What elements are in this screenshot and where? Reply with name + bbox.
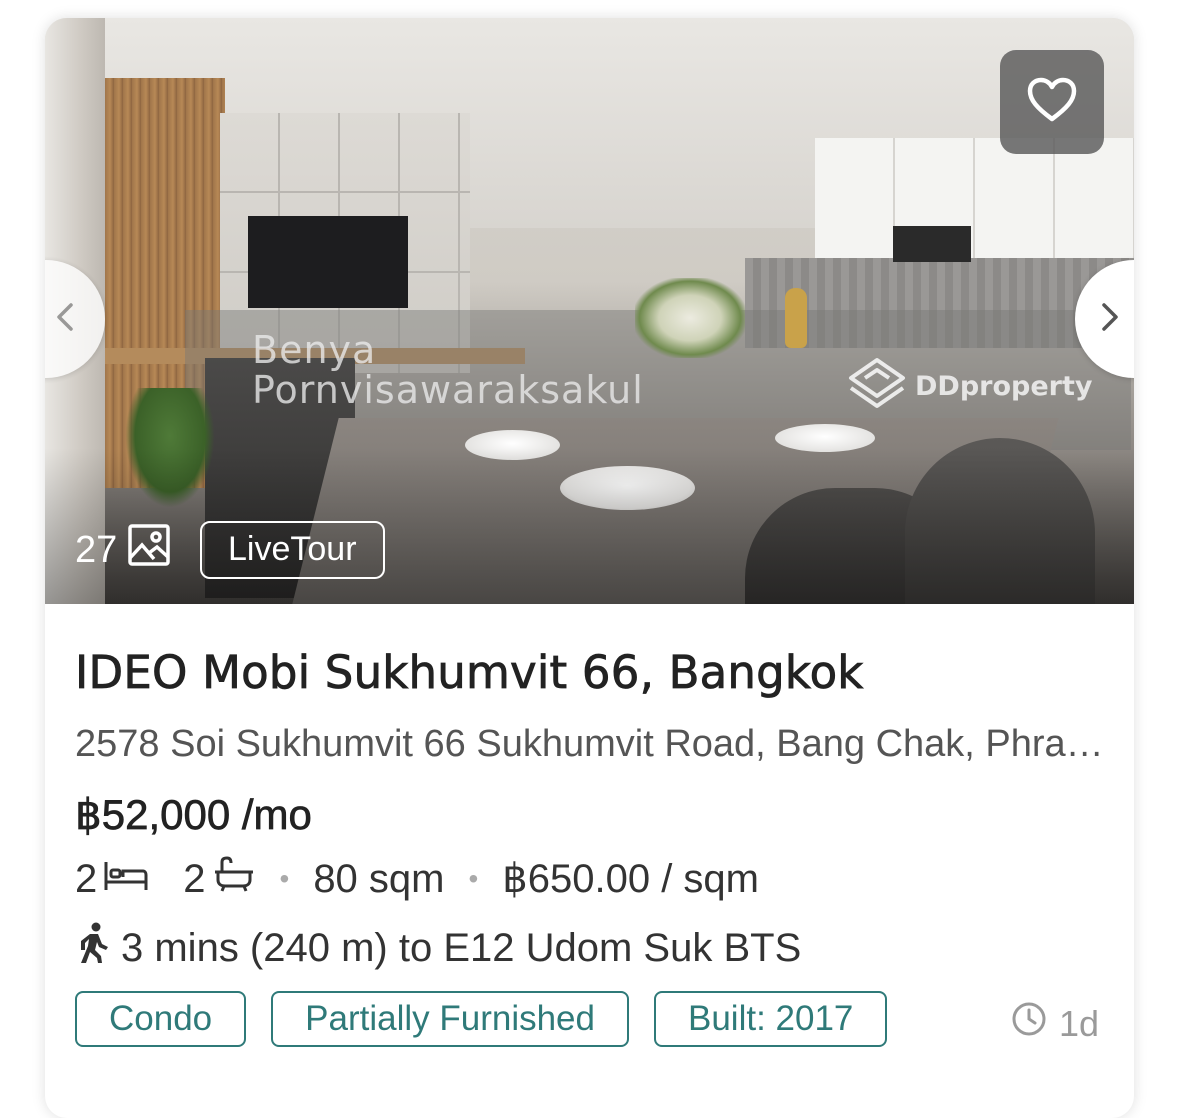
watermark-agent-line1: Benya xyxy=(252,328,377,372)
bathrooms-spec: 2 xyxy=(183,856,255,902)
transit-text: 3 mins (240 m) to E12 Udom Suk BTS xyxy=(121,925,802,970)
photo-microwave xyxy=(893,226,971,262)
photo-watermark-agent: Benya Pornvisawaraksakul xyxy=(252,330,644,410)
listing-tags: Condo Partially Furnished Built: 2017 xyxy=(75,991,888,1047)
posted-time-value: 1d xyxy=(1059,1002,1100,1044)
watermark-brand-text: DDproperty xyxy=(915,371,1093,402)
image-icon xyxy=(127,523,171,577)
photo-flowers xyxy=(635,278,745,358)
chevron-right-icon xyxy=(1100,301,1120,338)
separator-dot: • xyxy=(468,863,479,894)
listing-specs: 2 2 • 80 sqm • ฿650.00 / sqm xyxy=(75,856,759,902)
favorite-button[interactable] xyxy=(1000,50,1104,154)
photo-count: 27 xyxy=(75,523,171,577)
listing-title[interactable]: IDEO Mobi Sukhumvit 66, Bangkok xyxy=(75,646,864,700)
tag-property-type[interactable]: Condo xyxy=(75,991,247,1047)
separator-dot: • xyxy=(279,863,290,894)
photo-tv xyxy=(248,216,408,308)
listing-price: ฿52,000 /mo xyxy=(75,791,313,839)
tag-furnishing[interactable]: Partially Furnished xyxy=(271,991,629,1047)
tag-built-year[interactable]: Built: 2017 xyxy=(653,991,888,1047)
ddproperty-logo-icon xyxy=(845,356,909,417)
price-per-area-spec: ฿650.00 / sqm xyxy=(502,857,759,901)
bedrooms-spec: 2 xyxy=(75,857,149,902)
clock-icon xyxy=(1011,1001,1047,1046)
posted-time: 1d xyxy=(1011,1001,1099,1046)
bathrooms-count: 2 xyxy=(183,856,206,901)
listing-address: 2578 Soi Sukhumvit 66 Sukhumvit Road, Ba… xyxy=(75,723,1105,765)
heart-outline-icon xyxy=(1027,77,1077,128)
bed-icon xyxy=(103,857,149,902)
area-spec: 80 sqm xyxy=(313,856,445,901)
chevron-left-icon xyxy=(55,301,75,338)
listing-photo[interactable]: Benya Pornvisawaraksakul DDproperty 27 L… xyxy=(45,18,1134,604)
bedrooms-count: 2 xyxy=(75,856,98,901)
watermark-agent-line2: Pornvisawaraksakul xyxy=(252,368,644,412)
listing-card[interactable]: Benya Pornvisawaraksakul DDproperty 27 L… xyxy=(45,18,1134,1118)
walking-person-icon xyxy=(75,922,111,974)
photo-kitchen-cabinets xyxy=(815,138,1134,278)
transit-info: 3 mins (240 m) to E12 Udom Suk BTS xyxy=(75,922,801,974)
photo-vase xyxy=(785,288,807,348)
photo-count-value: 27 xyxy=(75,528,118,571)
bathtub-icon xyxy=(212,856,256,902)
photo-watermark-brand: DDproperty xyxy=(845,356,1092,417)
livetour-badge[interactable]: LiveTour xyxy=(200,521,385,579)
